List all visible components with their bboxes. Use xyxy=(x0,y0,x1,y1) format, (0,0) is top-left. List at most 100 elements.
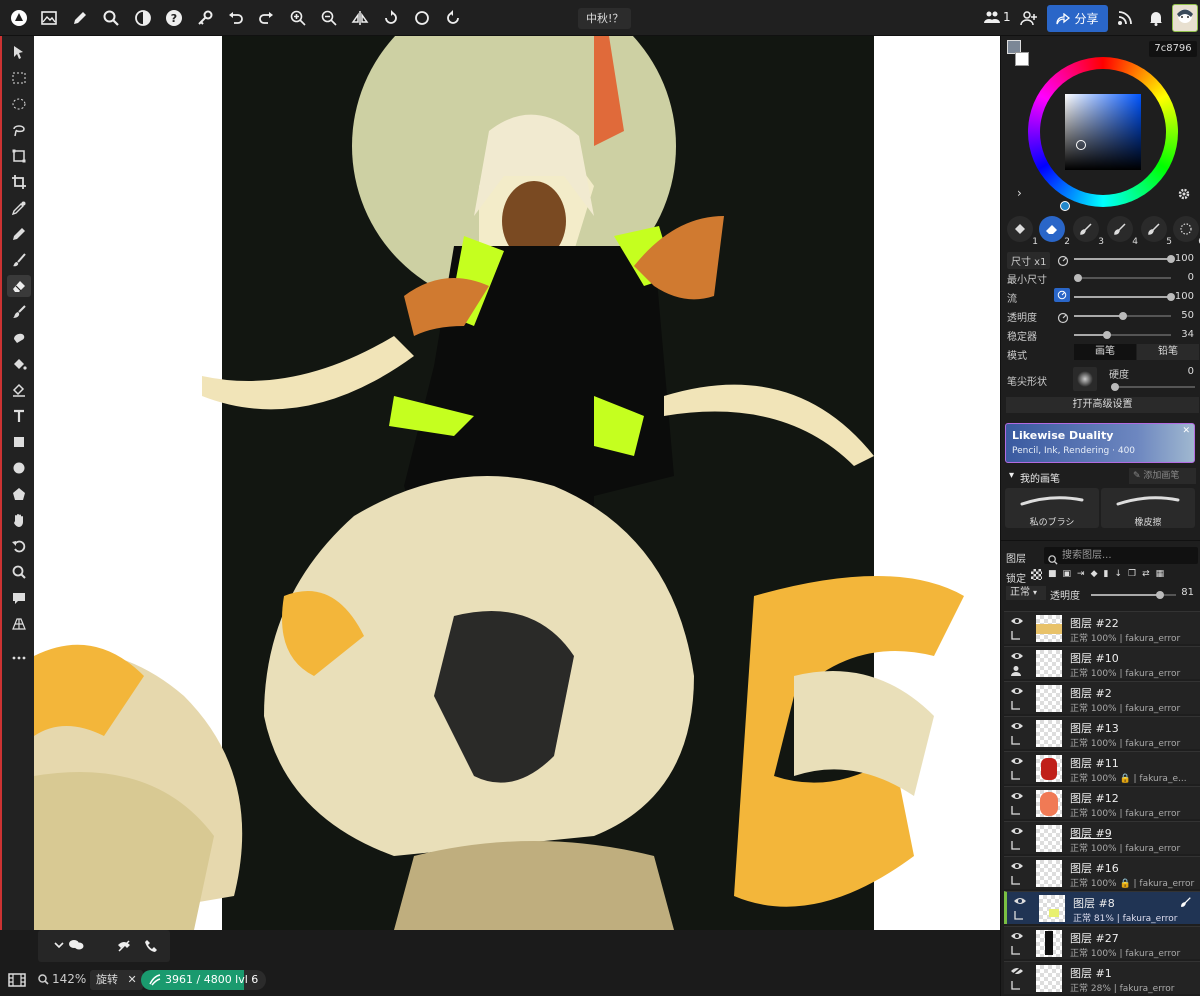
eyedropper-tool-icon[interactable] xyxy=(7,197,31,219)
size-slider[interactable] xyxy=(1074,255,1175,263)
hue-cursor[interactable] xyxy=(1060,201,1070,211)
zoom-in-icon[interactable] xyxy=(287,7,309,29)
new-layer-icon[interactable]: ▣ xyxy=(1063,569,1072,580)
eye-icon[interactable] xyxy=(1010,686,1024,696)
redo-icon[interactable] xyxy=(255,7,277,29)
feed-icon[interactable] xyxy=(1114,7,1136,29)
eye-icon[interactable] xyxy=(1010,721,1024,731)
ellipse-select-tool-icon[interactable] xyxy=(7,93,31,115)
stabilizer-slider-knob[interactable] xyxy=(1103,331,1111,339)
layer-menu-icon[interactable]: ▦ xyxy=(1156,569,1165,580)
chevron-right-icon[interactable]: › xyxy=(1017,186,1022,200)
clip-icon[interactable] xyxy=(1010,770,1022,781)
brush-slot-6[interactable]: 6 xyxy=(1173,216,1200,247)
help-icon[interactable]: ? xyxy=(163,7,185,29)
text-tool-icon[interactable] xyxy=(7,405,31,427)
phone-icon[interactable] xyxy=(144,938,158,957)
brush-slot-4[interactable]: 4 xyxy=(1107,216,1138,247)
rect-select-tool-icon[interactable] xyxy=(7,67,31,89)
layer-opacity-slider[interactable] xyxy=(1091,591,1176,599)
clip-icon[interactable] xyxy=(1013,910,1025,921)
blend-mode-select[interactable]: 正常 ▾ xyxy=(1006,586,1046,600)
flip-layer-icon[interactable]: ⇄ xyxy=(1142,569,1150,580)
layer-item[interactable]: 图层 #1 正常 28% | fakura_error xyxy=(1004,961,1200,994)
brush-card-1[interactable]: 私のブラシ xyxy=(1005,488,1099,528)
delete-layer-icon[interactable]: ▮ xyxy=(1104,569,1109,580)
smudge-tool-icon[interactable] xyxy=(7,301,31,323)
image-icon[interactable] xyxy=(38,7,60,29)
clip-icon[interactable] xyxy=(1010,980,1022,991)
layer-item[interactable]: 图层 #12 正常 100% | fakura_error xyxy=(1004,786,1200,819)
eye-icon[interactable] xyxy=(1010,931,1024,941)
perspective-tool-icon[interactable] xyxy=(7,613,31,635)
layer-item[interactable]: 图层 #22 正常 100% | fakura_error xyxy=(1004,611,1200,644)
layer-item[interactable]: 图层 #16 正常 100% 🔒 | fakura_error xyxy=(1004,856,1200,889)
circle-icon[interactable] xyxy=(411,7,433,29)
duplicate-layer-icon[interactable]: ❐ xyxy=(1128,569,1136,580)
layer-item[interactable]: 图层 #13 正常 100% | fakura_error xyxy=(1004,716,1200,749)
advanced-settings-button[interactable]: 打开高级设置 xyxy=(1006,397,1199,413)
comment-tool-icon[interactable] xyxy=(7,587,31,609)
layer-search-input[interactable]: 搜索图层... xyxy=(1044,547,1198,564)
layer-item[interactable]: 图层 #2 正常 100% | fakura_error xyxy=(1004,681,1200,714)
search-icon[interactable] xyxy=(100,7,122,29)
polygon-shape-tool-icon[interactable] xyxy=(7,483,31,505)
drawing-canvas[interactable] xyxy=(34,36,1000,930)
timeline-film-icon[interactable] xyxy=(8,972,26,991)
zoom-tool-icon[interactable] xyxy=(7,561,31,583)
rotate-reset-icon[interactable] xyxy=(442,7,464,29)
online-users[interactable]: 1 xyxy=(984,10,1011,24)
user-icon[interactable] xyxy=(1010,665,1022,676)
lock-icon[interactable]: ■ xyxy=(1048,569,1057,580)
undo-icon[interactable] xyxy=(225,7,247,29)
gear-icon[interactable] xyxy=(1177,186,1191,205)
import-layer-icon[interactable]: ⇥ xyxy=(1077,569,1085,580)
close-icon[interactable]: ✕ xyxy=(128,973,137,986)
fill-tool-icon[interactable] xyxy=(7,353,31,375)
notification-bell-icon[interactable] xyxy=(1145,7,1167,29)
chat-toggle[interactable] xyxy=(54,938,84,952)
saturation-value-square[interactable] xyxy=(1065,94,1141,170)
brush-tool-icon[interactable] xyxy=(7,249,31,271)
opacity-slider[interactable] xyxy=(1074,312,1171,320)
eye-icon[interactable] xyxy=(1010,651,1024,661)
brush-slot-5[interactable]: 5 xyxy=(1141,216,1172,247)
promo-banner[interactable]: Likewise Duality Pencil, Ink, Rendering … xyxy=(1005,423,1195,463)
gradient-tool-icon[interactable] xyxy=(7,379,31,401)
clip-icon[interactable] xyxy=(1010,700,1022,711)
zoom-level[interactable]: 142% xyxy=(38,972,86,986)
clip-icon[interactable] xyxy=(1010,945,1022,956)
color-swatches[interactable] xyxy=(1007,40,1029,66)
more-tools-icon[interactable] xyxy=(7,647,31,669)
clip-icon[interactable] xyxy=(1010,735,1022,746)
flow-pressure-icon[interactable] xyxy=(1054,288,1070,302)
layer-item[interactable]: 图层 #27 正常 100% | fakura_error xyxy=(1004,926,1200,959)
tip-shape-preview[interactable] xyxy=(1073,367,1097,391)
lock-transparency-icon[interactable] xyxy=(1031,569,1042,580)
clear-layer-icon[interactable]: ◆ xyxy=(1091,569,1098,580)
brush-slot-1[interactable]: 1 xyxy=(1007,216,1038,247)
size-label[interactable]: 尺寸 x1 xyxy=(1007,252,1051,269)
hand-tool-icon[interactable] xyxy=(7,509,31,531)
rotate-chip[interactable]: 旋转 ✕ xyxy=(90,970,143,990)
add-brush-button[interactable]: ✎ 添加画笔 xyxy=(1129,468,1196,484)
eye-icon[interactable] xyxy=(1010,791,1024,801)
min-size-slider[interactable] xyxy=(1074,274,1171,282)
hex-value[interactable]: 7c8796 xyxy=(1149,41,1197,57)
mode-pen-button[interactable]: 画笔 xyxy=(1074,344,1136,360)
layer-item[interactable]: 图层 #11 正常 100% 🔒 | fakura_e... xyxy=(1004,751,1200,784)
secondary-color-swatch[interactable] xyxy=(1015,52,1029,66)
color-wheel[interactable] xyxy=(1028,57,1178,211)
flow-slider-knob[interactable] xyxy=(1167,293,1175,301)
eye-icon[interactable] xyxy=(1010,756,1024,766)
eye-icon[interactable] xyxy=(1010,861,1024,871)
share-button[interactable]: 分享 xyxy=(1047,5,1108,32)
eye-hidden-icon[interactable] xyxy=(1010,966,1024,976)
key-icon[interactable] xyxy=(194,7,216,29)
flow-slider[interactable] xyxy=(1074,293,1175,301)
layer-opacity-slider-knob[interactable] xyxy=(1156,591,1164,599)
hardness-slider[interactable] xyxy=(1111,383,1195,391)
clip-icon[interactable] xyxy=(1010,875,1022,886)
merge-down-icon[interactable]: ↓ xyxy=(1114,569,1122,580)
brush-card-2[interactable]: 橡皮擦 xyxy=(1101,488,1195,528)
